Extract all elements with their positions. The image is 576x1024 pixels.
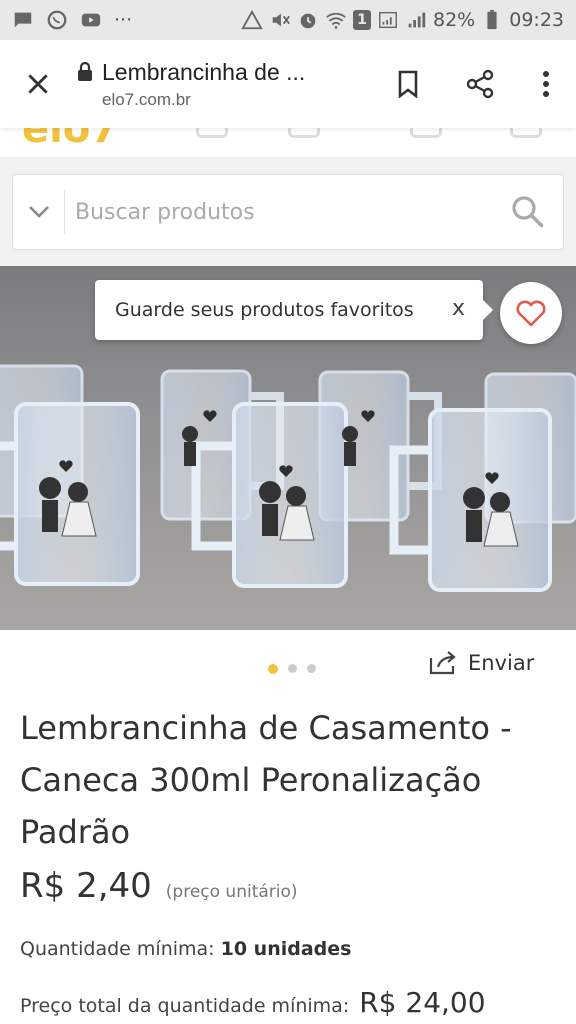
minimum-quantity: Quantidade mínima: 10 unidades bbox=[20, 938, 351, 960]
share-arrow-icon bbox=[429, 651, 456, 675]
system-icons: 1 82% 09:23 bbox=[241, 9, 564, 31]
more-notifications-indicator: ··· bbox=[114, 9, 133, 31]
url-block[interactable]: Lembrancinha de ... elo7.com.br bbox=[76, 59, 372, 110]
send-button[interactable]: Enviar bbox=[428, 650, 534, 676]
gallery-dot-2[interactable] bbox=[288, 664, 297, 673]
search-button[interactable] bbox=[493, 174, 563, 250]
chat-icon[interactable] bbox=[288, 128, 320, 138]
total-value: R$ 24,00 bbox=[359, 986, 486, 1019]
heart-icon bbox=[516, 300, 546, 327]
bookmark-button[interactable] bbox=[372, 40, 444, 128]
send-label: Enviar bbox=[468, 651, 535, 675]
clock: 09:23 bbox=[509, 9, 564, 31]
mute-icon bbox=[269, 9, 291, 31]
price-row: R$ 2,40 (preço unitário) bbox=[20, 866, 298, 906]
minimum-total: Preço total da quantidade mínima: R$ 24,… bbox=[20, 986, 486, 1019]
sim-slot-icon: 1 bbox=[353, 10, 371, 30]
gallery-dot-3[interactable] bbox=[307, 664, 316, 673]
alarm-icon bbox=[297, 9, 319, 31]
tooltip-close-button[interactable]: x bbox=[452, 296, 465, 321]
alert-icon bbox=[241, 9, 263, 31]
gallery-pagination bbox=[268, 664, 316, 674]
search-icon bbox=[512, 196, 544, 228]
page-title: Lembrancinha de ... bbox=[102, 58, 306, 85]
more-vert-icon bbox=[543, 71, 549, 97]
chevron-down-icon bbox=[28, 206, 49, 218]
favorites-tooltip: Guarde seus produtos favoritos x bbox=[95, 280, 493, 340]
browser-toolbar: Lembrancinha de ... elo7.com.br bbox=[0, 40, 576, 128]
bookmark-icon bbox=[398, 70, 418, 98]
gallery-controls: Enviar bbox=[0, 640, 576, 696]
search-bar bbox=[12, 174, 564, 250]
youtube-icon bbox=[80, 9, 102, 31]
signal-icon bbox=[377, 9, 399, 31]
wifi-icon bbox=[325, 9, 347, 31]
search-input[interactable] bbox=[65, 199, 493, 225]
notification-icons: ··· bbox=[12, 9, 132, 31]
min-qty-label: Quantidade mínima: bbox=[20, 938, 215, 960]
share-icon bbox=[466, 69, 494, 99]
close-icon bbox=[28, 74, 48, 94]
message-icon bbox=[12, 9, 34, 31]
product-title: Lembrancinha de Casamento -Caneca 300ml … bbox=[20, 709, 512, 851]
cart-icon[interactable] bbox=[196, 128, 228, 138]
account-icon[interactable] bbox=[510, 128, 542, 138]
unit-price-note: (preço unitário) bbox=[165, 882, 298, 902]
total-label: Preço total da quantidade mínima: bbox=[20, 995, 350, 1017]
menu-button[interactable] bbox=[516, 40, 576, 128]
gallery-dot-1[interactable] bbox=[268, 664, 278, 674]
favorite-button[interactable] bbox=[500, 282, 562, 344]
lock-icon bbox=[78, 62, 92, 81]
unit-price: R$ 2,40 bbox=[20, 866, 152, 906]
category-dropdown[interactable] bbox=[13, 190, 65, 234]
status-bar: ··· 1 82% 09:23 bbox=[0, 0, 576, 40]
battery-icon bbox=[481, 9, 503, 31]
share-page-button[interactable] bbox=[444, 40, 516, 128]
site-header: elo7 bbox=[0, 128, 576, 158]
close-tab-button[interactable] bbox=[0, 40, 76, 128]
signal-bars-icon bbox=[405, 9, 427, 31]
battery-percentage: 82% bbox=[433, 9, 476, 31]
page-url: elo7.com.br bbox=[102, 89, 191, 109]
whatsapp-icon bbox=[46, 9, 68, 31]
min-qty-value: 10 unidades bbox=[220, 938, 352, 960]
favorites-icon[interactable] bbox=[410, 128, 442, 138]
elo7-logo-icon[interactable]: elo7 bbox=[22, 128, 118, 152]
tooltip-text: Guarde seus produtos favoritos bbox=[115, 299, 414, 321]
search-area bbox=[0, 158, 576, 266]
